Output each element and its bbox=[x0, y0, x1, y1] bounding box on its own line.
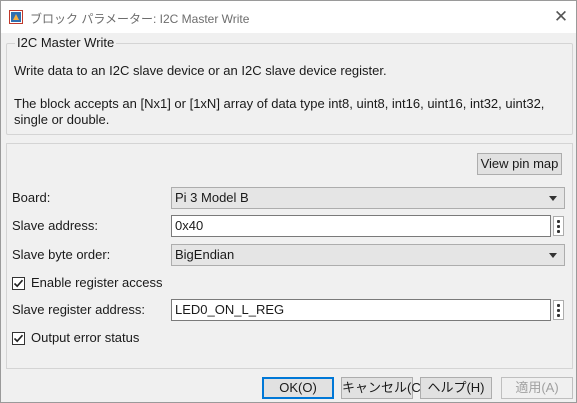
board-dropdown[interactable]: Pi 3 Model B bbox=[171, 187, 565, 209]
ok-button[interactable]: OK(O) bbox=[262, 377, 334, 399]
slave-byte-order-value: BigEndian bbox=[175, 247, 235, 262]
output-error-status-label: Output error status bbox=[31, 330, 140, 345]
enable-register-access-checkbox[interactable] bbox=[12, 277, 25, 290]
chevron-down-icon bbox=[549, 196, 557, 201]
slave-register-address-more-button[interactable] bbox=[553, 300, 564, 320]
title-bar: ブロック パラメーター: I2C Master Write ✕ bbox=[1, 1, 576, 33]
slave-register-address-input[interactable]: LED0_ON_L_REG bbox=[171, 299, 551, 321]
help-button[interactable]: ヘルプ(H) bbox=[420, 377, 492, 399]
group-title: I2C Master Write bbox=[15, 35, 117, 51]
slave-address-value: 0x40 bbox=[175, 218, 204, 233]
checkmark-icon bbox=[13, 279, 24, 288]
slave-address-input[interactable]: 0x40 bbox=[171, 215, 551, 237]
window-title: ブロック パラメーター: I2C Master Write bbox=[30, 12, 250, 26]
slave-byte-order-label: Slave byte order: bbox=[12, 247, 111, 262]
description-line-3: single or double. bbox=[14, 112, 110, 127]
view-pin-map-button[interactable]: View pin map bbox=[477, 153, 562, 175]
output-error-status-checkbox[interactable] bbox=[12, 332, 25, 345]
board-value: Pi 3 Model B bbox=[175, 190, 249, 205]
close-icon[interactable]: ✕ bbox=[549, 5, 573, 29]
board-label: Board: bbox=[12, 190, 51, 205]
description-line-2: The block accepts an [Nx1] or [1xN] arra… bbox=[14, 96, 545, 111]
checkmark-icon bbox=[13, 334, 24, 343]
slave-byte-order-dropdown[interactable]: BigEndian bbox=[171, 244, 565, 266]
slave-address-more-button[interactable] bbox=[553, 216, 564, 236]
chevron-down-icon bbox=[549, 253, 557, 258]
apply-button[interactable]: 適用(A) bbox=[501, 377, 573, 399]
description-line-1: Write data to an I2C slave device or an … bbox=[14, 63, 387, 78]
slave-register-address-value: LED0_ON_L_REG bbox=[175, 302, 285, 317]
simulink-block-icon bbox=[9, 10, 23, 24]
slave-address-label: Slave address: bbox=[12, 218, 98, 233]
cancel-button[interactable]: キャンセル(C) bbox=[341, 377, 425, 399]
block-parameters-dialog: ブロック パラメーター: I2C Master Write ✕ I2C Mast… bbox=[0, 0, 577, 403]
enable-register-access-label: Enable register access bbox=[31, 275, 163, 290]
slave-register-address-label: Slave register address: bbox=[12, 302, 145, 317]
description-group: I2C Master Write Write data to an I2C sl… bbox=[6, 35, 573, 135]
